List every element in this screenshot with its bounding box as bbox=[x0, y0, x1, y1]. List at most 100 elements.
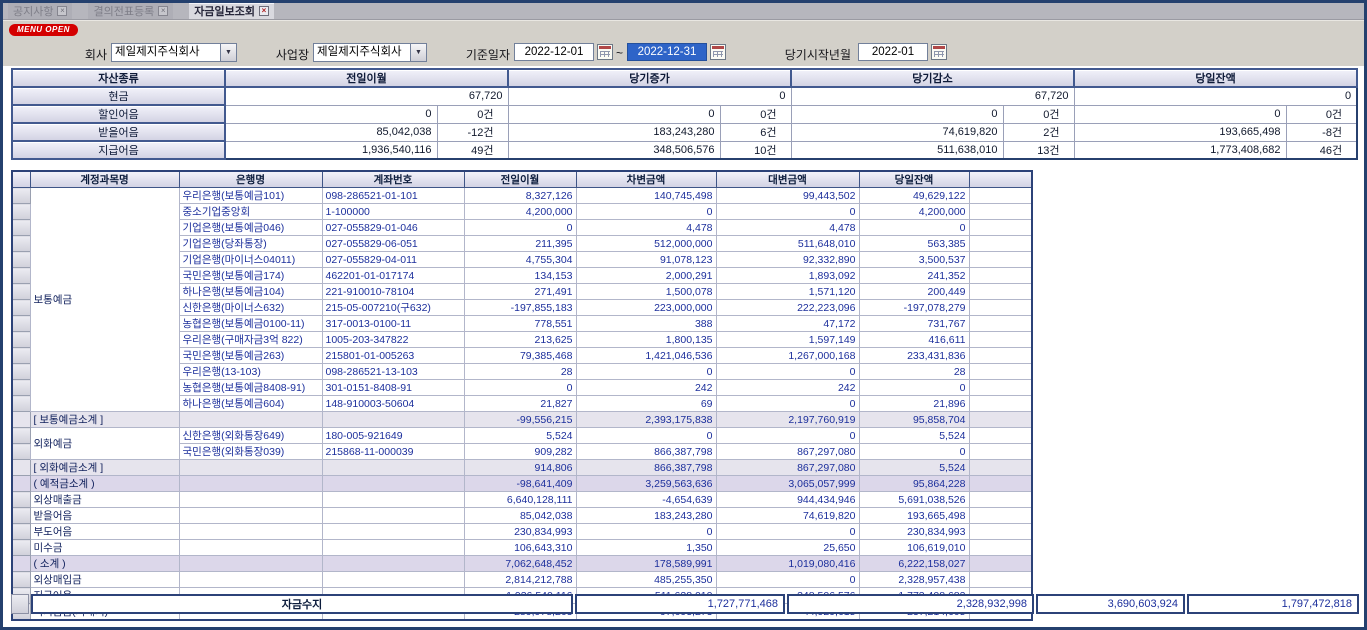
tab-close-icon[interactable]: × bbox=[57, 6, 67, 16]
amount-cell: 511,648,010 bbox=[716, 236, 859, 252]
amount-cell: 2,000,291 bbox=[576, 268, 716, 284]
row-indicator[interactable] bbox=[12, 220, 30, 236]
row-indicator[interactable] bbox=[12, 236, 30, 252]
detail-column-header: 당일잔액 bbox=[859, 171, 969, 188]
summary-column-header: 당일잔액 bbox=[1074, 69, 1357, 87]
amount-cell: 2,393,175,838 bbox=[576, 412, 716, 428]
amount-cell: 7,062,648,452 bbox=[464, 556, 576, 572]
filler-cell bbox=[969, 428, 1032, 444]
funds-balance-row: 자금수지 1,727,771,4682,328,932,9983,690,603… bbox=[11, 594, 1359, 614]
calendar-icon[interactable] bbox=[597, 44, 613, 60]
amount-cell: 563,385 bbox=[859, 236, 969, 252]
row-indicator[interactable] bbox=[12, 460, 30, 476]
row-indicator[interactable] bbox=[12, 572, 30, 588]
start-month-label: 당기시작년월 bbox=[763, 46, 851, 63]
tab-2[interactable]: 결의전표등록× bbox=[88, 3, 173, 19]
filler-cell bbox=[969, 220, 1032, 236]
row-indicator[interactable] bbox=[12, 396, 30, 412]
amount-cell: 99,443,502 bbox=[716, 188, 859, 204]
filler-cell bbox=[969, 188, 1032, 204]
tab-close-icon[interactable]: × bbox=[259, 6, 269, 16]
start-month-input[interactable]: 2022-01 bbox=[858, 43, 928, 61]
detail-column-header: 대변금액 bbox=[716, 171, 859, 188]
menu-open-button[interactable]: MENU OPEN bbox=[9, 24, 78, 36]
account-number-cell: 180-005-921649 bbox=[322, 428, 464, 444]
row-indicator[interactable] bbox=[12, 476, 30, 492]
company-select[interactable]: 제일제지주식회사 ▼ bbox=[111, 43, 237, 62]
row-indicator[interactable] bbox=[12, 492, 30, 508]
row-indicator[interactable] bbox=[12, 188, 30, 204]
amount-cell: 0 bbox=[464, 380, 576, 396]
date-to-input[interactable]: 2022-12-31 bbox=[627, 43, 707, 61]
tab-1[interactable]: 공지사항 × bbox=[8, 3, 72, 19]
chevron-down-icon[interactable]: ▼ bbox=[220, 44, 236, 61]
bank-name-cell: 기업은행(당좌통장) bbox=[179, 236, 322, 252]
row-indicator[interactable] bbox=[12, 252, 30, 268]
amount-cell: -99,556,215 bbox=[464, 412, 576, 428]
filler-cell bbox=[969, 316, 1032, 332]
row-indicator[interactable] bbox=[12, 268, 30, 284]
amount-cell: 1,893,092 bbox=[716, 268, 859, 284]
site-select[interactable]: 제일제지주식회사 ▼ bbox=[313, 43, 427, 62]
bank-name-cell: 농협은행(보통예금8408-91) bbox=[179, 380, 322, 396]
amount-cell: 271,491 bbox=[464, 284, 576, 300]
row-indicator[interactable] bbox=[12, 508, 30, 524]
amount-cell: 1,350 bbox=[576, 540, 716, 556]
row-indicator[interactable] bbox=[12, 380, 30, 396]
row-indicator[interactable] bbox=[12, 316, 30, 332]
account-label-cell: 미수금 bbox=[30, 540, 179, 556]
empty-cell bbox=[179, 476, 322, 492]
amount-cell: 866,387,798 bbox=[576, 444, 716, 460]
amount-cell: 3,065,057,999 bbox=[716, 476, 859, 492]
amount-cell: 49,629,122 bbox=[859, 188, 969, 204]
row-indicator[interactable] bbox=[12, 364, 30, 380]
chevron-down-icon[interactable]: ▼ bbox=[410, 44, 426, 61]
account-number-cell: 221-910010-78104 bbox=[322, 284, 464, 300]
row-indicator[interactable] bbox=[12, 300, 30, 316]
summary-header-row: 자산종류전일이월당기증가당기감소당일잔액 bbox=[12, 69, 1357, 87]
account-number-cell: 148-910003-50604 bbox=[322, 396, 464, 412]
detail-row: 부도어음230,834,99300230,834,993 bbox=[12, 524, 1032, 540]
tab-label: 공지사항 bbox=[13, 3, 53, 19]
account-label-cell: 부도어음 bbox=[30, 524, 179, 540]
calendar-icon[interactable] bbox=[931, 44, 947, 60]
amount-cell: 91,078,123 bbox=[576, 252, 716, 268]
calendar-icon[interactable] bbox=[710, 44, 726, 60]
summary-row: 할인어음00건00건00건00건 bbox=[12, 105, 1357, 123]
site-label: 사업장 bbox=[263, 46, 309, 63]
row-indicator[interactable] bbox=[12, 348, 30, 364]
filler-cell bbox=[969, 492, 1032, 508]
row-indicator[interactable] bbox=[12, 444, 30, 460]
row-indicator[interactable] bbox=[12, 284, 30, 300]
bank-name-cell: 중소기업중앙회 bbox=[179, 204, 322, 220]
account-number-cell: 027-055829-06-051 bbox=[322, 236, 464, 252]
amount-cell: 0 bbox=[716, 428, 859, 444]
detail-row: ( 소계 )7,062,648,452178,589,9911,019,080,… bbox=[12, 556, 1032, 572]
amount-cell: 178,589,991 bbox=[576, 556, 716, 572]
summary-count-cell: 10건 bbox=[720, 141, 791, 159]
menu-strip: MENU OPEN bbox=[3, 20, 1364, 40]
bank-name-cell: 국민은행(외화통장039) bbox=[179, 444, 322, 460]
row-indicator[interactable] bbox=[12, 556, 30, 572]
row-indicator[interactable] bbox=[12, 540, 30, 556]
amount-cell: 222,223,096 bbox=[716, 300, 859, 316]
amount-cell: 1,800,135 bbox=[576, 332, 716, 348]
amount-cell: 211,395 bbox=[464, 236, 576, 252]
row-indicator[interactable] bbox=[12, 332, 30, 348]
tab-3[interactable]: 자금일보조회× bbox=[189, 3, 274, 19]
row-indicator[interactable] bbox=[12, 204, 30, 220]
amount-cell: 867,297,080 bbox=[716, 460, 859, 476]
bank-name-cell: 하나은행(보통예금604) bbox=[179, 396, 322, 412]
row-indicator[interactable] bbox=[12, 412, 30, 428]
summary-count-cell: 0건 bbox=[1286, 105, 1357, 123]
amount-cell: 485,255,350 bbox=[576, 572, 716, 588]
amount-cell: 106,619,010 bbox=[859, 540, 969, 556]
date-from-input[interactable]: 2022-12-01 bbox=[514, 43, 594, 61]
detail-row: 미수금106,643,3101,35025,650106,619,010 bbox=[12, 540, 1032, 556]
filler-cell bbox=[969, 284, 1032, 300]
row-indicator[interactable] bbox=[12, 428, 30, 444]
row-indicator[interactable] bbox=[12, 524, 30, 540]
amount-cell: 28 bbox=[859, 364, 969, 380]
tab-close-icon[interactable]: × bbox=[158, 6, 168, 16]
base-date-label: 기준일자 bbox=[455, 46, 510, 63]
